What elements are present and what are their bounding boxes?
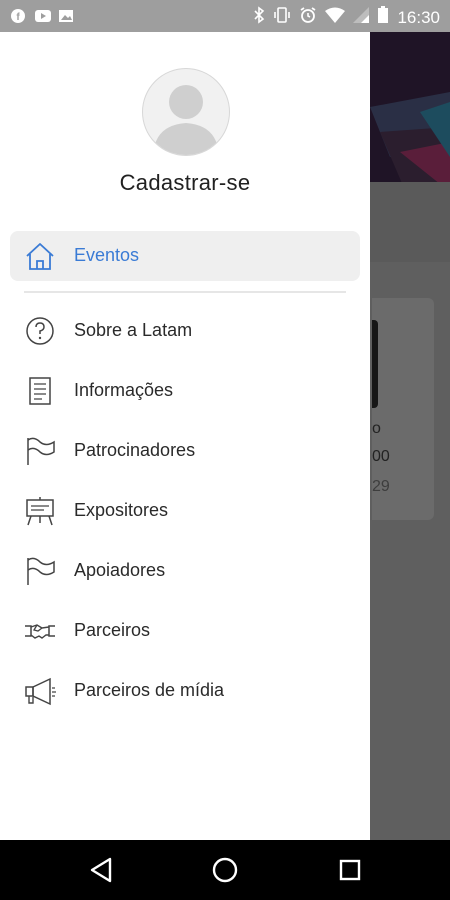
back-triangle-icon <box>90 857 112 883</box>
flag-icon <box>22 436 58 466</box>
menu-item-parceiros[interactable]: Parceiros <box>0 606 370 656</box>
status-bar: f 16:30 <box>0 0 450 32</box>
menu-item-apoiadores[interactable]: Apoiadores <box>0 546 370 596</box>
menu-item-expositores[interactable]: Expositores <box>0 486 370 536</box>
navigation-drawer: Cadastrar-se Eventos Sobre a Latam Infor… <box>0 32 370 840</box>
event-card-title: o <box>372 420 381 437</box>
flag-icon <box>22 556 58 586</box>
menu-item-label: Parceiros <box>74 620 151 640</box>
vibrate-icon <box>273 6 291 29</box>
home-button[interactable] <box>209 854 241 886</box>
event-card-date: 29 <box>372 478 390 495</box>
menu-item-parceiros-de-midia[interactable]: Parceiros de mídia <box>0 666 370 716</box>
bluetooth-icon <box>253 6 265 29</box>
megaphone-icon <box>22 676 58 706</box>
menu-item-label: Patrocinadores <box>74 440 196 460</box>
menu-item-label: Informações <box>74 380 174 400</box>
signal-icon <box>353 7 370 28</box>
avatar[interactable] <box>142 68 230 156</box>
document-icon <box>22 376 58 406</box>
profile-signup-label[interactable]: Cadastrar-se <box>0 170 370 196</box>
handshake-icon <box>22 616 58 646</box>
menu-item-sobre-a-latam[interactable]: Sobre a Latam <box>0 306 370 356</box>
hero-banner <box>370 32 450 262</box>
notification-icons: f <box>10 8 74 24</box>
help-circle-icon <box>22 316 58 346</box>
menu-item-label: Expositores <box>74 500 169 520</box>
event-card-image <box>372 320 378 408</box>
image-icon <box>58 8 74 24</box>
recents-square-icon <box>339 859 361 881</box>
event-card-time: 00 <box>372 448 390 465</box>
user-silhouette-icon <box>153 85 219 155</box>
clock: 16:30 <box>397 7 440 27</box>
home-icon <box>22 241 58 271</box>
facebook-icon: f <box>10 8 26 24</box>
system-icons: 16:30 <box>253 6 440 29</box>
menu-item-label: Sobre a Latam <box>74 320 193 340</box>
youtube-icon <box>34 8 51 24</box>
event-card[interactable]: o 00 29 <box>372 298 434 520</box>
recents-button[interactable] <box>334 854 366 886</box>
menu-item-label: Parceiros de mídia <box>74 680 225 700</box>
home-circle-icon <box>212 857 238 883</box>
easel-icon <box>22 496 58 526</box>
menu-item-eventos[interactable]: Eventos <box>0 231 370 281</box>
menu-item-informacoes[interactable]: Informações <box>0 366 370 416</box>
menu-item-label: Apoiadores <box>74 560 166 580</box>
alarm-icon <box>299 6 317 29</box>
back-button[interactable] <box>86 854 118 886</box>
wifi-icon <box>325 7 346 28</box>
system-navigation-bar <box>0 840 450 900</box>
battery-icon <box>377 6 389 29</box>
menu-divider <box>24 291 346 293</box>
menu-item-label: Eventos <box>74 245 140 265</box>
menu-item-patrocinadores[interactable]: Patrocinadores <box>0 426 370 476</box>
